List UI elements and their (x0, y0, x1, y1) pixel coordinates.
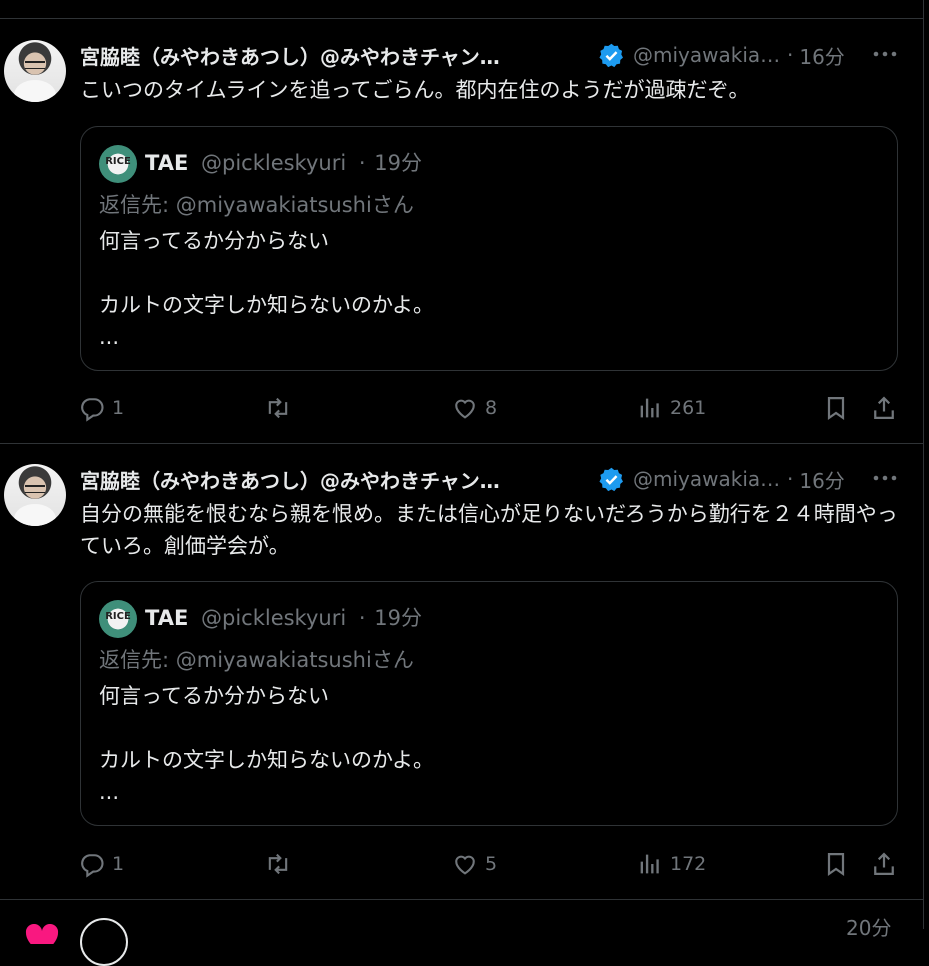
divider (0, 18, 924, 19)
author-avatar[interactable] (4, 40, 66, 102)
quote-time: 19分 (374, 606, 422, 630)
quote-body: 何言ってるか分からない カルトの文字しか知らないのかよ。 ... (99, 680, 434, 808)
views-icon (640, 854, 659, 874)
next-timeline-item[interactable]: 20分 (0, 900, 924, 966)
quote-line: 何言ってるか分からない (99, 229, 329, 253)
like-count: 5 (485, 853, 498, 875)
tweet-text: 自分の無能を恨むなら親を恨め。または信心が足りないだろうから勤行を２４時間やって… (80, 502, 898, 558)
quote-line: ... (99, 325, 120, 349)
like-button[interactable]: 8 (451, 388, 497, 428)
share-icon (874, 852, 894, 876)
quote-body: 何言ってるか分からない カルトの文字しか知らないのかよ。 ... (99, 225, 434, 353)
bookmark-icon (827, 852, 845, 877)
separator-dot: · (787, 467, 794, 491)
quote-reply-to: 返信先: @miyawakiatsushiさん (99, 648, 414, 672)
quote-line: カルトの文字しか知らないのかよ。 (99, 748, 434, 772)
share-button[interactable] (870, 388, 898, 428)
author-avatar[interactable] (4, 464, 66, 526)
timeline: 宮脇睦（みやわきあつし）@みやわきチャン… @miyawakia… · 16分 … (0, 0, 929, 966)
tweet-2[interactable]: 宮脇睦（みやわきあつし）@みやわきチャン… @miyawakia… · 16分 … (0, 464, 924, 899)
author-avatar[interactable] (80, 918, 128, 966)
quote-header: TAE @pickleskyuri · 19分 (145, 602, 422, 632)
views-button[interactable]: 261 (636, 388, 706, 428)
retweet-button[interactable] (264, 844, 298, 884)
like-icon (455, 855, 475, 875)
quote-line: ... (99, 780, 120, 804)
tweet-text: こいつのタイムラインを追ってごらん。都内在住のようだが過疎だぞ。 (80, 78, 750, 102)
quoted-tweet[interactable]: RICE TAE @pickleskyuri · 19分 返信先: @miyaw… (80, 126, 898, 371)
quote-header: TAE @pickleskyuri · 19分 (145, 147, 422, 177)
quote-avatar: RICE (99, 145, 137, 183)
views-count: 172 (670, 853, 707, 875)
quote-author-name: TAE (145, 606, 189, 630)
reply-button[interactable]: 1 (78, 388, 124, 428)
separator-dot: · (787, 43, 794, 67)
more-icon[interactable] (872, 468, 898, 488)
tweet-time[interactable]: 20分 (846, 912, 891, 941)
separator-dot: · (358, 151, 366, 175)
quote-time: 19分 (374, 151, 422, 175)
author-handle[interactable]: @miyawakia… (633, 467, 779, 491)
like-count: 8 (485, 397, 498, 419)
tweet-1[interactable]: 宮脇睦（みやわきあつし）@みやわきチャン… @miyawakia… · 16分 … (0, 40, 924, 443)
more-icon[interactable] (872, 44, 898, 64)
views-icon (640, 398, 659, 418)
reply-button[interactable]: 1 (78, 844, 124, 884)
author-name[interactable]: 宮脇睦（みやわきあつし）@みやわきチャン… (80, 465, 580, 494)
quote-line: 何言ってるか分からない (99, 684, 329, 708)
author-name[interactable]: 宮脇睦（みやわきあつし）@みやわきチャン… (80, 41, 580, 70)
quote-author-name: TAE (145, 151, 189, 175)
retweet-icon (268, 397, 288, 419)
separator-dot: · (358, 606, 366, 630)
quote-author-handle: @pickleskyuri (200, 606, 347, 630)
divider (0, 443, 924, 444)
tweet-actions: 1 8 261 (0, 388, 924, 428)
views-count: 261 (670, 397, 707, 419)
bookmark-icon (827, 396, 845, 421)
reply-count: 1 (112, 397, 125, 419)
tweet-time[interactable]: 16分 (799, 465, 844, 494)
retweet-button[interactable] (264, 388, 298, 428)
liked-heart-icon (25, 924, 59, 944)
views-button[interactable]: 172 (636, 844, 706, 884)
quote-line: カルトの文字しか知らないのかよ。 (99, 293, 434, 317)
reply-icon (81, 854, 104, 878)
quote-author-handle: @pickleskyuri (200, 151, 347, 175)
tweet-actions: 1 5 172 (0, 844, 924, 884)
tweet-time[interactable]: 16分 (799, 41, 844, 70)
quote-avatar: RICE (99, 600, 137, 638)
verified-badge-icon (599, 43, 623, 67)
like-icon (455, 399, 475, 419)
verified-badge-icon (599, 467, 623, 491)
share-icon (874, 396, 894, 420)
bookmark-button[interactable] (822, 844, 850, 884)
tweet-header: 宮脇睦（みやわきあつし）@みやわきチャン… @miyawakia… · 16分 (80, 464, 845, 494)
bookmark-button[interactable] (822, 388, 850, 428)
author-handle[interactable]: @miyawakia… (633, 43, 779, 67)
reply-icon (81, 398, 104, 422)
tweet-header: 宮脇睦（みやわきあつし）@みやわきチャン… @miyawakia… · 16分 (80, 40, 845, 70)
quoted-tweet[interactable]: RICE TAE @pickleskyuri · 19分 返信先: @miyaw… (80, 581, 898, 826)
retweet-icon (268, 853, 288, 875)
like-button[interactable]: 5 (451, 844, 497, 884)
share-button[interactable] (870, 844, 898, 884)
quote-reply-to: 返信先: @miyawakiatsushiさん (99, 193, 414, 217)
reply-count: 1 (112, 853, 125, 875)
